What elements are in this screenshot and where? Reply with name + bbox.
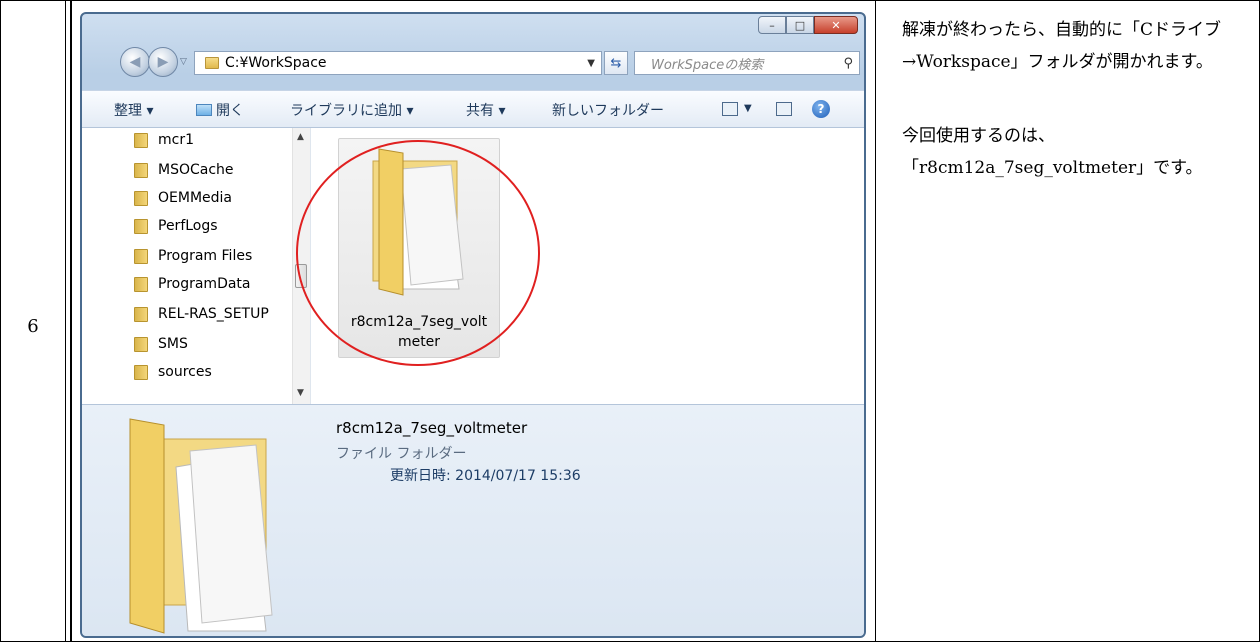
close-button[interactable]: ✕: [814, 16, 858, 34]
open-icon: [196, 104, 212, 116]
description-paragraph: 今回使用するのは、「r8cm12a_7seg_voltmeter」です。: [902, 126, 1203, 178]
folder-icon: [134, 132, 148, 148]
explorer-window-screenshot: – □ ✕ ◀ ▶ ▽ C:¥WorkSpace ▼ ⇆ WorkSpaceの検…: [80, 12, 866, 638]
chevron-down-icon[interactable]: ▼: [744, 103, 752, 114]
new-folder-button[interactable]: 新しいフォルダー: [552, 100, 664, 120]
maximize-button[interactable]: □: [786, 16, 814, 34]
tree-item[interactable]: sources: [134, 360, 212, 384]
navigation-tree: mcr1 MSOCache OEMMedia PerfLogs Program …: [82, 128, 288, 404]
folder-icon: [205, 57, 219, 69]
details-file-name: r8cm12a_7seg_voltmeter: [336, 419, 528, 437]
command-toolbar: 整理 ▾ 開く ライブラリに追加 ▾ 共有 ▾ 新しいフォルダー ▼ ?: [82, 90, 864, 128]
preview-pane-icon[interactable]: [776, 102, 792, 116]
tree-item[interactable]: mcr1: [134, 128, 194, 152]
step-number: 6: [27, 316, 39, 337]
folder-icon: [134, 364, 148, 380]
refresh-icon: ⇆: [610, 55, 622, 71]
chevron-down-icon[interactable]: ▼: [587, 58, 595, 69]
description-paragraph: 解凍が終わったら、自動的に「Cドライブ→Workspace」フォルダが開かれます…: [902, 20, 1222, 72]
forward-button[interactable]: ▶: [148, 47, 178, 77]
share-menu[interactable]: 共有 ▾: [466, 100, 505, 120]
address-bar[interactable]: C:¥WorkSpace ▼: [194, 51, 602, 75]
search-placeholder: WorkSpaceの検索: [651, 57, 764, 73]
column-separator: [875, 0, 876, 642]
tree-item[interactable]: MSOCache: [134, 158, 234, 182]
navigation-bar: ◀ ▶ ▽ C:¥WorkSpace ▼ ⇆ WorkSpaceの検索 ⚲: [82, 44, 864, 80]
folder-content-area: mcr1 MSOCache OEMMedia PerfLogs Program …: [82, 128, 864, 404]
tree-item[interactable]: OEMMedia: [134, 186, 232, 210]
minimize-button[interactable]: –: [758, 16, 786, 34]
scroll-up-icon[interactable]: ▲: [297, 132, 304, 142]
folder-icon: [134, 248, 148, 264]
highlight-circle: [296, 140, 540, 366]
details-folder-icon: [129, 418, 273, 634]
search-icon[interactable]: ⚲: [843, 56, 853, 71]
folder-icon: [134, 218, 148, 234]
add-to-library-menu[interactable]: ライブラリに追加 ▾: [290, 100, 413, 120]
details-file-type: ファイル フォルダー: [336, 446, 467, 462]
folder-icon: [134, 336, 148, 352]
details-modified-date: 更新日時: 2014/07/17 15:36: [390, 468, 581, 484]
arrow-left-icon: ◀: [129, 54, 141, 70]
back-button[interactable]: ◀: [120, 47, 150, 77]
column-separator-double: [70, 0, 72, 642]
folder-icon: [134, 276, 148, 292]
arrow-right-icon: ▶: [157, 54, 169, 70]
organize-menu[interactable]: 整理 ▾: [114, 100, 153, 120]
tree-item[interactable]: PerfLogs: [134, 214, 218, 238]
scroll-down-icon[interactable]: ▼: [297, 388, 304, 398]
step-description: 解凍が終わったら、自動的に「Cドライブ→Workspace」フォルダが開かれます…: [902, 14, 1254, 184]
folder-icon: [134, 162, 148, 178]
table-top-border: [0, 0, 1260, 1]
open-label: 開く: [216, 103, 244, 119]
open-button[interactable]: 開く: [196, 100, 244, 120]
tree-item[interactable]: REL-RAS_SETUP: [134, 302, 269, 326]
tree-item[interactable]: ProgramData: [134, 272, 251, 296]
window-controls: – □ ✕: [758, 16, 858, 36]
folder-icon: [134, 190, 148, 206]
history-dropdown-icon[interactable]: ▽: [180, 57, 187, 67]
help-icon[interactable]: ?: [812, 100, 830, 118]
details-pane: r8cm12a_7seg_voltmeter ファイル フォルダー 更新日時: …: [82, 404, 864, 636]
view-options-icon[interactable]: [722, 102, 738, 116]
refresh-button[interactable]: ⇆: [604, 51, 628, 75]
search-input[interactable]: WorkSpaceの検索 ⚲: [634, 51, 860, 75]
address-path: C:¥WorkSpace: [225, 55, 327, 71]
tree-item[interactable]: Program Files: [134, 244, 252, 268]
tree-item[interactable]: SMS: [134, 332, 188, 356]
folder-icon: [134, 306, 148, 322]
